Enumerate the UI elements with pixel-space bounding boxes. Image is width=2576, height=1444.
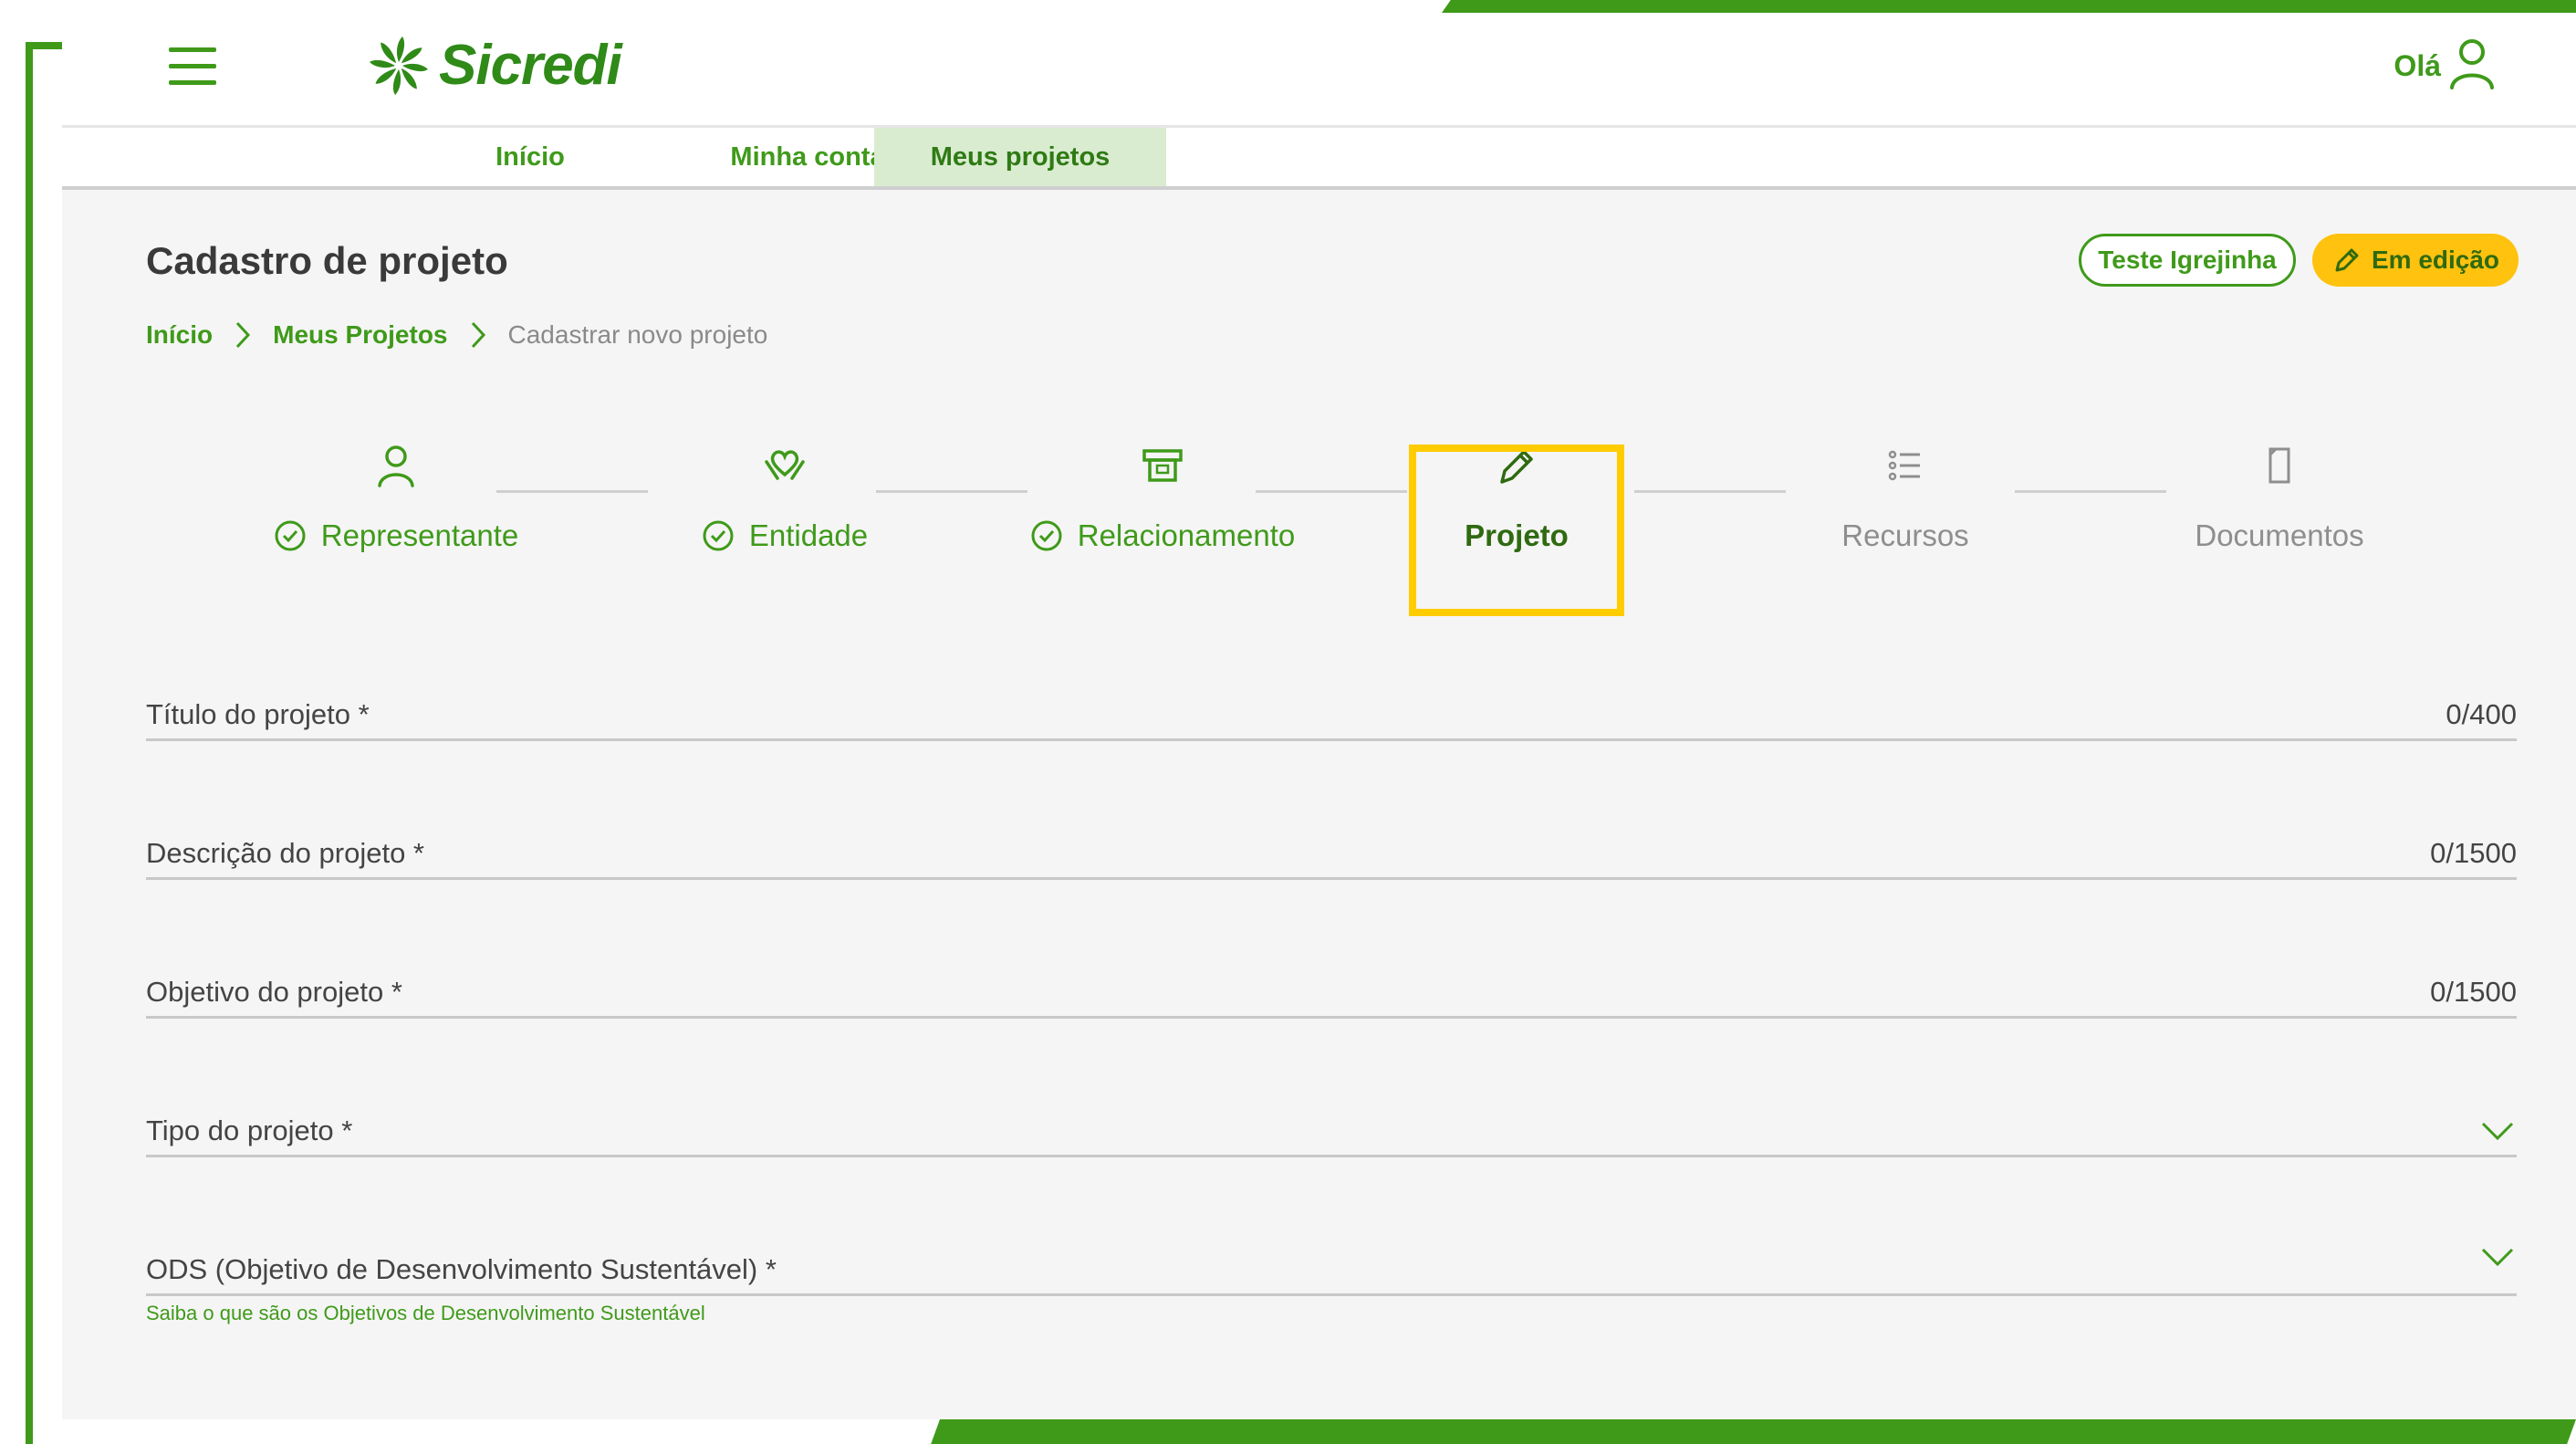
user-icon[interactable]	[2446, 37, 2498, 91]
menu-icon[interactable]	[169, 47, 216, 86]
breadcrumb-inicio[interactable]: Início	[146, 320, 213, 350]
breadcrumb-current: Cadastrar novo projeto	[507, 320, 768, 349]
document-icon	[2268, 447, 2290, 484]
brand-name: Sicredi	[439, 34, 622, 97]
field-label: Título do projeto *	[146, 698, 370, 730]
chevron-right-icon	[471, 321, 485, 349]
titulo-projeto-field[interactable]: Título do projeto * 0/400	[146, 675, 2517, 741]
main-content: Cadastro de projeto Teste Igrejinha Em e…	[62, 190, 2576, 1419]
field-label: Tipo do projeto *	[146, 1114, 353, 1146]
step-label: Entidade	[748, 518, 869, 552]
char-counter: 0/1500	[2430, 976, 2517, 1008]
objetivo-projeto-field[interactable]: Objetivo do projeto * 0/1500	[146, 953, 2517, 1019]
list-icon	[1888, 450, 1920, 481]
step-connector	[1634, 490, 1786, 493]
check-circle-icon	[703, 520, 734, 551]
entity-badge[interactable]: Teste Igrejinha	[2079, 234, 2296, 287]
descricao-projeto-field[interactable]: Descrição do projeto * 0/1500	[146, 814, 2517, 880]
step-label: Relacionamento	[1077, 518, 1296, 552]
status-badge-label: Em edição	[2371, 246, 2500, 274]
chevron-right-icon	[236, 321, 251, 349]
ods-info-link[interactable]: Saiba o que são os Objetivos de Desenvol…	[146, 1302, 705, 1325]
frame-left-bar	[26, 42, 33, 1444]
field-label: Descrição do projeto *	[146, 837, 424, 869]
nav-tab-inicio[interactable]: Início	[464, 128, 597, 186]
pencil-icon	[2335, 248, 2359, 272]
status-badge: Em edição	[2312, 234, 2519, 287]
tipo-projeto-select[interactable]: Tipo do projeto *	[146, 1092, 2517, 1157]
chevron-down-icon[interactable]	[2480, 1246, 2515, 1268]
active-step-highlight	[1409, 445, 1624, 616]
field-label: Objetivo do projeto *	[146, 976, 402, 1008]
greeting-text: Olá	[2393, 49, 2441, 82]
main-nav: Início Minha conta Meus projetos	[62, 128, 2576, 190]
step-label: Documentos	[2195, 518, 2364, 552]
nav-tab-meus-projetos[interactable]: Meus projetos	[874, 128, 1166, 186]
step-recursos[interactable]: Recursos	[1805, 438, 2006, 553]
step-representante[interactable]: Representante	[250, 438, 542, 553]
step-relacionamento[interactable]: Relacionamento	[998, 438, 1327, 553]
step-label: Representante	[320, 518, 519, 552]
step-documentos[interactable]: Documentos	[2170, 438, 2389, 553]
breadcrumb-meus-projetos[interactable]: Meus Projetos	[273, 320, 447, 350]
logo[interactable]: Sicredi	[368, 33, 622, 98]
check-circle-icon	[275, 520, 306, 551]
chevron-down-icon[interactable]	[2480, 1120, 2515, 1142]
heart-hands-icon	[765, 450, 805, 480]
char-counter: 0/400	[2446, 698, 2517, 730]
step-label: Recursos	[1841, 518, 1969, 552]
ods-select[interactable]: ODS (Objetivo de Desenvolvimento Sustent…	[146, 1230, 2517, 1296]
step-entidade[interactable]: Entidade	[668, 438, 902, 553]
decorative-bottom-bar	[931, 1419, 2576, 1444]
person-icon	[378, 445, 414, 487]
decorative-top-bar	[1442, 0, 2576, 13]
step-connector	[2015, 490, 2166, 493]
check-circle-icon	[1031, 520, 1062, 551]
field-label: ODS (Objetivo de Desenvolvimento Sustent…	[146, 1253, 777, 1285]
char-counter: 0/1500	[2430, 837, 2517, 869]
page-title: Cadastro de projeto	[146, 239, 508, 282]
sicredi-logo-icon	[370, 36, 428, 95]
breadcrumb: Início Meus Projetos Cadastrar novo proj…	[146, 319, 767, 351]
card-reader-icon	[1142, 449, 1183, 482]
frame-corner-bar	[26, 42, 62, 49]
app-header: Sicredi Olá	[62, 13, 2576, 128]
